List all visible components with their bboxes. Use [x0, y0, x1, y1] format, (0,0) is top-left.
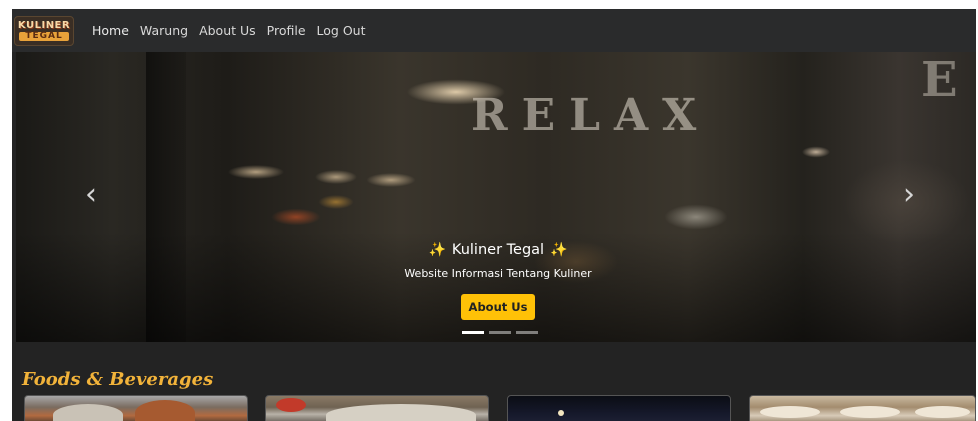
carousel-indicators: [462, 331, 538, 334]
logo-top-text: KULINER: [17, 19, 71, 31]
chevron-right-icon: ›: [903, 177, 915, 212]
section-title-foods-beverages: Foods & Beverages: [22, 369, 214, 390]
food-card-2[interactable]: [265, 395, 489, 421]
background-sign-partial: E: [921, 52, 958, 108]
food-card-image-detail: [135, 400, 195, 421]
food-card-image: [558, 410, 564, 416]
chevron-left-icon: ‹: [85, 177, 97, 212]
carousel-indicator-2[interactable]: [489, 331, 511, 334]
carousel-caption: ✨ Kuliner Tegal ✨ Website Informasi Tent…: [16, 241, 976, 320]
hero-carousel: RELAX E ‹ › ✨ Kuliner Tegal ✨ Website In…: [16, 52, 976, 342]
logo-bottom-text: TEGAL: [19, 31, 69, 41]
nav-link-warung[interactable]: Warung: [140, 23, 188, 38]
food-card-image-detail: [840, 406, 900, 418]
background-relax-sign: RELAX: [471, 90, 711, 141]
nav-link-about-us[interactable]: About Us: [199, 23, 256, 38]
carousel-next-button[interactable]: ›: [894, 177, 924, 213]
nav-link-profile[interactable]: Profile: [267, 23, 306, 38]
caption-subtitle: Website Informasi Tentang Kuliner: [404, 267, 592, 280]
food-card-image-detail: [326, 404, 476, 421]
food-card-3[interactable]: [507, 395, 731, 421]
sparkle-icon: ✨: [428, 242, 446, 258]
site-logo[interactable]: KULINER TEGAL: [14, 15, 74, 46]
food-card-4[interactable]: [749, 395, 976, 421]
nav-link-home[interactable]: Home: [92, 23, 129, 38]
about-us-button[interactable]: About Us: [461, 294, 535, 320]
nav-links: Home Warung About Us Profile Log Out: [92, 23, 366, 38]
sparkle-icon: ✨: [550, 242, 568, 258]
nav-link-log-out[interactable]: Log Out: [317, 23, 366, 38]
carousel-indicator-3[interactable]: [516, 331, 538, 334]
food-card-image: [53, 404, 123, 421]
navbar: KULINER TEGAL Home Warung About Us Profi…: [12, 9, 976, 52]
caption-title-row: ✨ Kuliner Tegal ✨: [428, 242, 567, 258]
page: KULINER TEGAL Home Warung About Us Profi…: [12, 9, 976, 421]
carousel-indicator-1[interactable]: [462, 331, 484, 334]
food-card-image-detail: [915, 406, 970, 418]
carousel-prev-button[interactable]: ‹: [76, 177, 106, 213]
food-card-1[interactable]: [24, 395, 248, 421]
food-cards-row: [24, 395, 976, 421]
food-card-image: [760, 406, 820, 418]
caption-title: Kuliner Tegal: [451, 242, 545, 258]
food-card-image: [276, 398, 306, 412]
